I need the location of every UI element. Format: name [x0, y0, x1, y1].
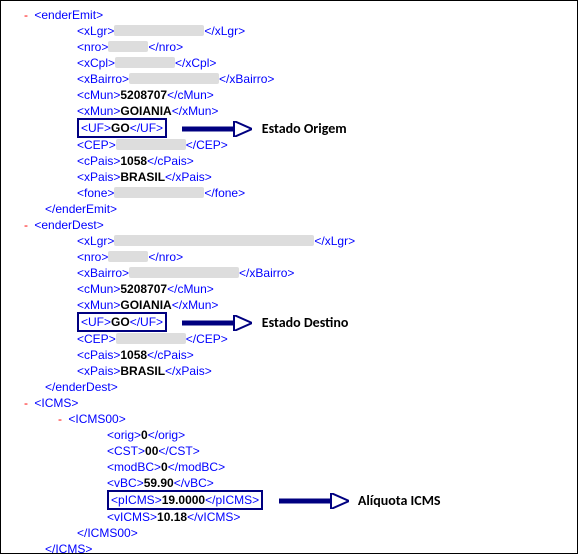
highlight-box-pICMS: <pICMS>19.0000</pICMS>: [107, 490, 263, 510]
redacted-value: [114, 235, 314, 246]
value-pICMS: 19.0000: [162, 493, 205, 507]
tag-xLgr: xLgr: [84, 24, 107, 38]
arrow-icon: [182, 121, 252, 137]
redacted-value: [116, 333, 186, 344]
tag-pICMS: pICMS: [118, 493, 155, 507]
value-xPais: BRASIL: [120, 170, 165, 184]
tag-ICMS-open: ICMS: [41, 396, 71, 410]
value-orig: 0: [141, 428, 148, 442]
tag-UF: UF: [88, 121, 104, 135]
tag-enderDest-open: enderDest: [41, 218, 96, 232]
tag-enderEmit-open: enderEmit: [41, 8, 96, 22]
value-modBC: 0: [161, 460, 168, 474]
tag-CEP: CEP: [84, 138, 109, 152]
xml-content: - <enderEmit> <xLgr></xLgr> <nro></nro> …: [1, 1, 577, 554]
tag-CEP: CEP: [84, 332, 109, 346]
value-UF-origem: GO: [111, 121, 130, 135]
tag-xPais: xPais: [84, 170, 113, 184]
redacted-value: [114, 187, 204, 198]
tag-cPais: cPais: [84, 348, 113, 362]
value-cPais: 1058: [120, 348, 147, 362]
value-xPais: BRASIL: [120, 364, 165, 378]
annotation-aliquota-icms: Alíquota ICMS: [358, 492, 441, 509]
collapse-toggle[interactable]: -: [55, 411, 65, 427]
tag-ICMS00-open: ICMS00: [75, 412, 118, 426]
tag-enderDest-close: enderDest: [55, 380, 110, 394]
tag-cPais: cPais: [84, 154, 113, 168]
tag-UF: UF: [88, 315, 104, 329]
redacted-value: [115, 57, 175, 68]
redacted-value: [108, 251, 148, 262]
tag-enderEmit-close: enderEmit: [55, 202, 110, 216]
value-CST: 00: [145, 444, 158, 458]
tag-vICMS: vICMS: [114, 510, 150, 524]
xml-viewer-frame: - <enderEmit> <xLgr></xLgr> <nro></nro> …: [0, 0, 578, 554]
tag-cMun: cMun: [84, 282, 113, 296]
tag-ICMS-close: ICMS: [55, 542, 85, 554]
value-cMun: 5208707: [120, 282, 167, 296]
tag-fone: fone: [84, 186, 107, 200]
value-vBC: 59.90: [144, 476, 174, 490]
tag-vBC: vBC: [114, 476, 137, 490]
arrow-icon: [279, 493, 349, 509]
value-cMun: 5208707: [120, 88, 167, 102]
tag-xCpl: xCpl: [84, 56, 108, 70]
collapse-toggle[interactable]: -: [21, 217, 31, 233]
redacted-value: [129, 73, 219, 84]
value-vICMS: 10.18: [157, 510, 187, 524]
arrow-icon: [182, 315, 252, 331]
tag-xPais: xPais: [84, 364, 113, 378]
value-xMun: GOIANIA: [120, 104, 171, 118]
redacted-value: [116, 139, 186, 150]
annotation-estado-destino: Estado Destino: [262, 314, 349, 331]
redacted-value: [108, 41, 148, 52]
tag-xLgr: xLgr: [84, 234, 107, 248]
tag-xMun: xMun: [84, 298, 113, 312]
redacted-value: [114, 25, 204, 36]
value-xMun: GOIANIA: [120, 298, 171, 312]
tag-CST: CST: [114, 444, 138, 458]
highlight-box-uf-destino: <UF>GO</UF>: [77, 312, 167, 332]
collapse-toggle[interactable]: -: [21, 7, 31, 23]
redacted-value: [129, 267, 239, 278]
tag-xBairro: xBairro: [84, 72, 122, 86]
collapse-toggle[interactable]: -: [21, 395, 31, 411]
value-cPais: 1058: [120, 154, 147, 168]
tag-cMun: cMun: [84, 88, 113, 102]
tag-nro: nro: [84, 250, 101, 264]
highlight-box-uf-origem: <UF>GO</UF>: [77, 118, 167, 138]
tag-modBC: modBC: [114, 460, 154, 474]
tag-xBairro: xBairro: [84, 266, 122, 280]
annotation-estado-origem: Estado Origem: [262, 120, 347, 137]
value-UF-destino: GO: [111, 315, 130, 329]
tag-nro: nro: [84, 40, 101, 54]
tag-orig: orig: [114, 428, 134, 442]
tag-xMun: xMun: [84, 104, 113, 118]
tag-ICMS00-close: ICMS00: [87, 526, 130, 540]
